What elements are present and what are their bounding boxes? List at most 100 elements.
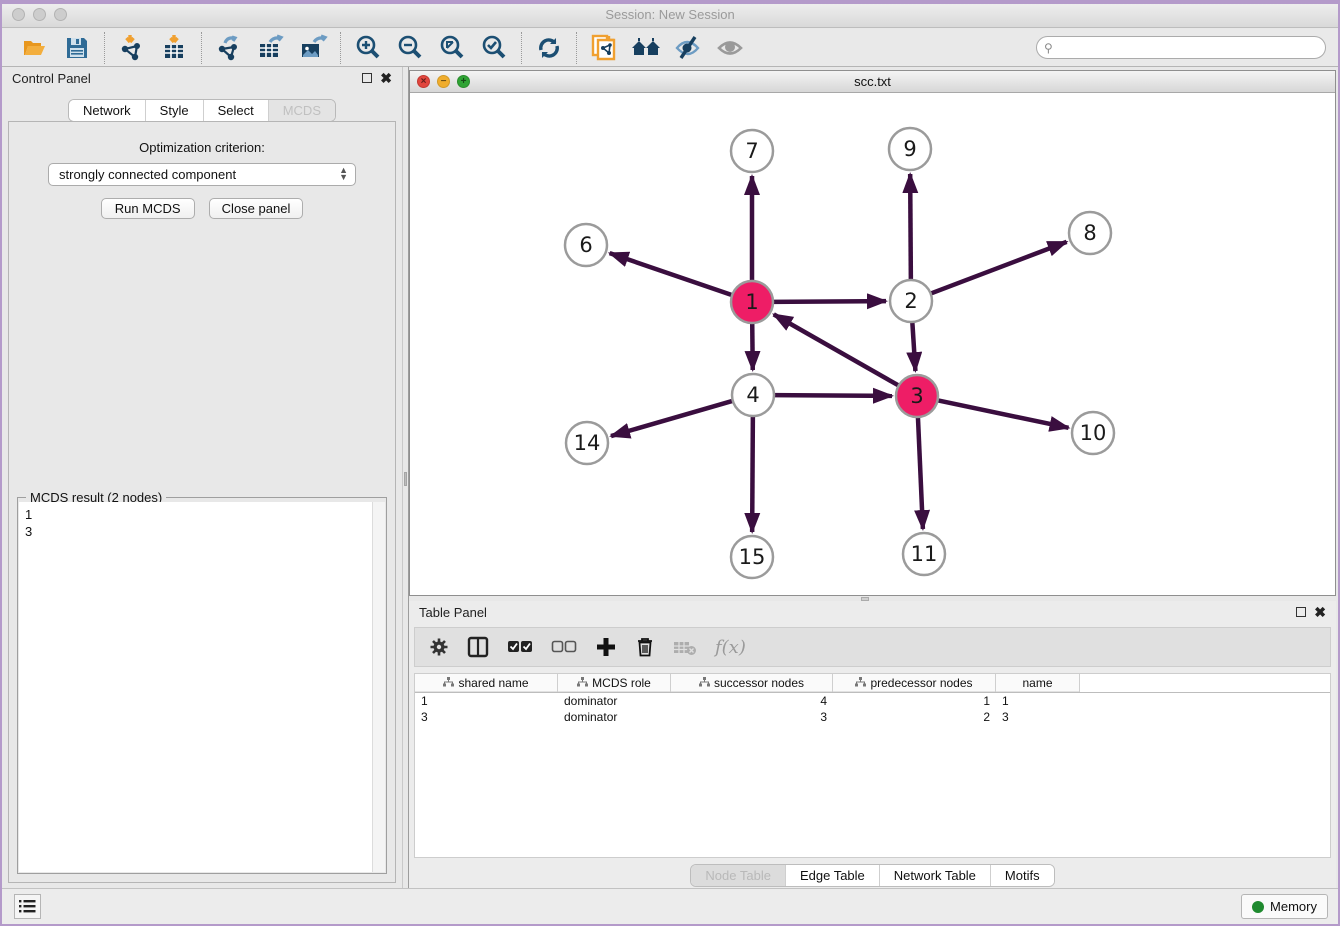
- graph-node-2[interactable]: 2: [890, 280, 932, 322]
- edge-2-8[interactable]: [931, 242, 1067, 294]
- svg-text:3: 3: [910, 384, 923, 408]
- refresh-layout-icon[interactable]: [532, 32, 566, 64]
- import-table-icon[interactable]: [157, 32, 191, 64]
- graph-node-14[interactable]: 14: [566, 422, 608, 464]
- graph-node-7[interactable]: 7: [731, 130, 773, 172]
- table-cell[interactable]: dominator: [558, 709, 671, 725]
- graph-node-3[interactable]: 3: [896, 375, 938, 417]
- float-panel-icon[interactable]: [362, 73, 372, 83]
- table-cell[interactable]: 3: [671, 709, 833, 725]
- result-scrollbar[interactable]: [372, 502, 385, 872]
- graph-node-6[interactable]: 6: [565, 224, 607, 266]
- control-panel: Control Panel ✖ NetworkStyleSelectMCDS O…: [2, 67, 402, 888]
- float-panel-icon[interactable]: [1296, 607, 1306, 617]
- search-input[interactable]: [1036, 36, 1326, 59]
- tab-style[interactable]: Style: [146, 100, 204, 121]
- zoom-fit-icon[interactable]: [435, 32, 469, 64]
- export-image-icon[interactable]: [296, 32, 330, 64]
- panel-splitter-vertical[interactable]: [402, 67, 409, 888]
- graph-node-1[interactable]: 1: [731, 281, 773, 323]
- control-panel-header: Control Panel ✖: [2, 67, 402, 89]
- memory-button[interactable]: Memory: [1241, 894, 1328, 919]
- table-cell[interactable]: 1: [833, 693, 996, 709]
- table-cell[interactable]: 2: [833, 709, 996, 725]
- edge-1-6[interactable]: [610, 253, 732, 295]
- table-cell[interactable]: 3: [996, 709, 1080, 725]
- delete-column-icon[interactable]: [635, 636, 655, 658]
- close-panel-button[interactable]: Close panel: [209, 198, 304, 219]
- column-header-name[interactable]: name: [996, 674, 1080, 692]
- table-cell[interactable]: 1: [996, 693, 1080, 709]
- column-header-MCDS-role[interactable]: MCDS role: [558, 674, 671, 692]
- table-cell[interactable]: 1: [415, 693, 558, 709]
- task-history-button[interactable]: [14, 894, 41, 919]
- table-tabs: Node TableEdge TableNetwork TableMotifs: [409, 864, 1336, 887]
- tab-select[interactable]: Select: [204, 100, 269, 121]
- unselect-all-columns-icon[interactable]: [551, 640, 577, 654]
- edge-4-15[interactable]: [752, 416, 753, 532]
- save-session-icon[interactable]: [60, 32, 94, 64]
- apply-function-icon[interactable]: f(x): [715, 637, 746, 658]
- close-panel-icon[interactable]: ✖: [380, 73, 392, 83]
- window-titlebar[interactable]: Session: New Session: [2, 4, 1338, 28]
- table-cell[interactable]: dominator: [558, 693, 671, 709]
- zoom-in-icon[interactable]: [351, 32, 385, 64]
- edge-3-10[interactable]: [938, 400, 1069, 428]
- graph-node-4[interactable]: 4: [732, 374, 774, 416]
- clone-network-icon[interactable]: [587, 32, 621, 64]
- tab-network-table[interactable]: Network Table: [880, 865, 991, 886]
- svg-text:10: 10: [1080, 421, 1107, 445]
- tab-motifs[interactable]: Motifs: [991, 865, 1054, 886]
- table-cell[interactable]: 3: [415, 709, 558, 725]
- tab-network[interactable]: Network: [69, 100, 146, 121]
- tab-mcds[interactable]: MCDS: [269, 100, 335, 121]
- edge-1-4[interactable]: [752, 323, 753, 370]
- zoom-selected-icon[interactable]: [477, 32, 511, 64]
- table-row[interactable]: 1dominator411: [415, 693, 1330, 709]
- network-canvas[interactable]: 7 9 6 8 1 2 4 3 14 10 15 11: [410, 93, 1335, 595]
- edge-1-2[interactable]: [773, 301, 886, 302]
- hide-selected-icon[interactable]: [671, 32, 705, 64]
- run-mcds-button[interactable]: Run MCDS: [101, 198, 195, 219]
- open-file-icon[interactable]: [18, 32, 52, 64]
- table-row[interactable]: 3dominator323: [415, 709, 1330, 725]
- graph-node-11[interactable]: 11: [903, 533, 945, 575]
- tab-node-table[interactable]: Node Table: [691, 865, 786, 886]
- optimization-criterion-dropdown[interactable]: strongly connected component ▲▼: [48, 163, 356, 186]
- network-graph[interactable]: 7 9 6 8 1 2 4 3 14 10 15 11: [410, 93, 1335, 596]
- tab-edge-table[interactable]: Edge Table: [786, 865, 880, 886]
- edge-3-1[interactable]: [774, 314, 899, 385]
- svg-text:15: 15: [739, 545, 766, 569]
- edge-4-14[interactable]: [611, 401, 733, 436]
- edge-2-3[interactable]: [912, 322, 915, 371]
- mcds-result-textarea[interactable]: 13: [19, 502, 385, 872]
- table-settings-icon[interactable]: [429, 637, 449, 657]
- select-all-columns-icon[interactable]: [507, 640, 533, 654]
- edge-2-9[interactable]: [910, 174, 911, 280]
- zoom-out-icon[interactable]: [393, 32, 427, 64]
- export-table-icon[interactable]: [254, 32, 288, 64]
- window-title: Session: New Session: [2, 7, 1338, 22]
- import-network-icon[interactable]: [115, 32, 149, 64]
- column-header-successor-nodes[interactable]: successor nodes: [671, 674, 833, 692]
- svg-text:11: 11: [911, 542, 938, 566]
- graph-node-8[interactable]: 8: [1069, 212, 1111, 254]
- column-header-shared-name[interactable]: shared name: [415, 674, 558, 692]
- graph-node-10[interactable]: 10: [1072, 412, 1114, 454]
- show-all-icon[interactable]: [713, 32, 747, 64]
- close-panel-icon[interactable]: ✖: [1314, 607, 1326, 617]
- edge-4-3[interactable]: [774, 395, 892, 396]
- table-panel: Table Panel ✖: [409, 601, 1336, 893]
- delete-table-icon[interactable]: [673, 638, 697, 656]
- add-column-icon[interactable]: [595, 636, 617, 658]
- graph-node-9[interactable]: 9: [889, 128, 931, 170]
- column-header-predecessor-nodes[interactable]: predecessor nodes: [833, 674, 996, 692]
- splitter-grip[interactable]: [404, 472, 407, 486]
- first-neighbors-icon[interactable]: [629, 32, 663, 64]
- edge-3-11[interactable]: [918, 417, 923, 529]
- graph-node-15[interactable]: 15: [731, 536, 773, 578]
- panel-layout-icon[interactable]: [467, 636, 489, 658]
- table-cell[interactable]: 4: [671, 693, 833, 709]
- export-network-icon[interactable]: [212, 32, 246, 64]
- network-window-titlebar[interactable]: × − + scc.txt: [410, 71, 1335, 93]
